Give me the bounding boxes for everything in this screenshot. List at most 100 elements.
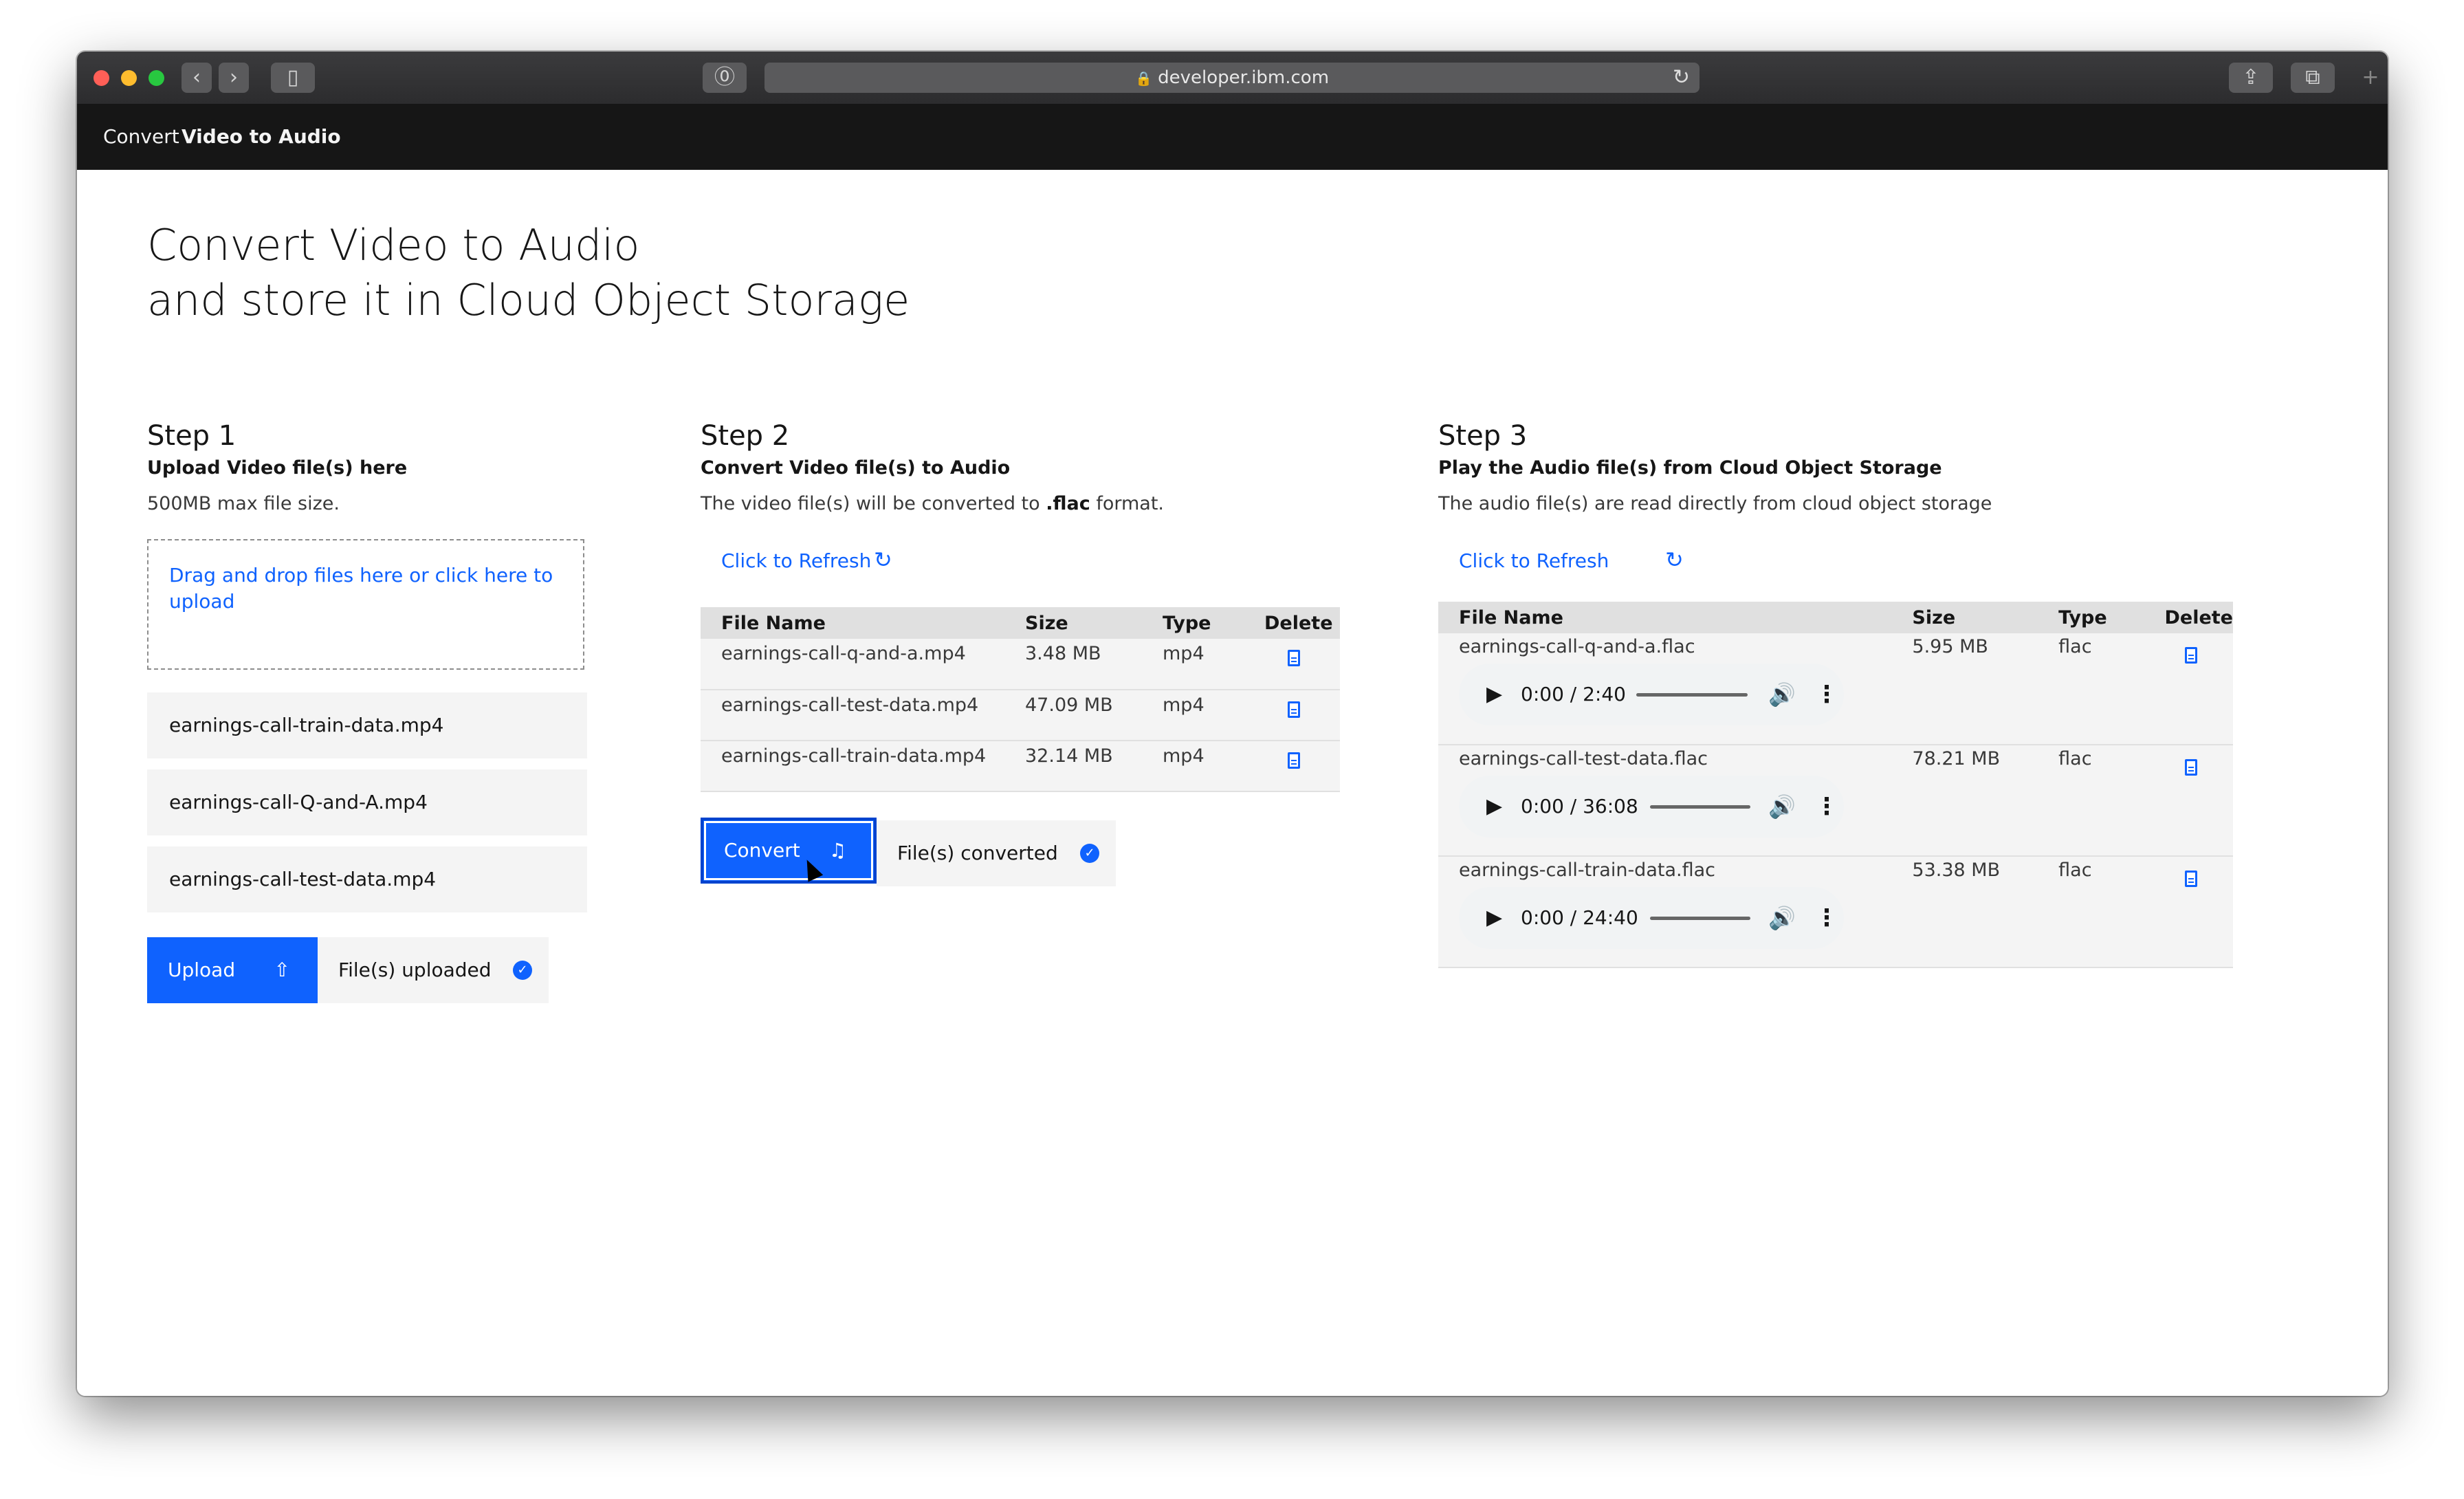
back-icon[interactable]: ‹ — [182, 63, 212, 93]
play-icon[interactable]: ▶ — [1486, 664, 1502, 725]
audio-seek-bar[interactable] — [1650, 805, 1750, 809]
zoom-window-button[interactable] — [148, 70, 164, 86]
column-header: Delete — [2144, 602, 2233, 633]
file-size-cell: 3.48 MB — [1004, 639, 1142, 690]
address-bar[interactable]: 🔒 developer.ibm.com ↻ — [764, 63, 1700, 93]
minimize-window-button[interactable] — [121, 70, 137, 86]
play-icon[interactable]: ▶ — [1486, 887, 1502, 949]
delete-file-icon[interactable] — [2185, 871, 2198, 887]
table-header-row: File Name Size Type Delete — [1438, 602, 2233, 633]
file-dropzone[interactable]: Drag and drop files here or click here t… — [147, 539, 584, 670]
upload-button[interactable]: Upload ⇧ — [147, 937, 318, 1003]
audio-seek-bar[interactable] — [1650, 917, 1750, 920]
step1-subtitle: Upload Video file(s) here — [147, 457, 408, 479]
delete-file-icon[interactable] — [2185, 647, 2198, 664]
checkmark-icon: ✓ — [513, 961, 532, 980]
reader-icon[interactable]: ⓪ — [703, 63, 747, 93]
table-row: earnings-call-q-and-a.flac ▶ 0:00 / 2:40… — [1438, 633, 2233, 745]
sidebar-toggle-icon[interactable]: ▯ — [271, 63, 315, 93]
music-note-icon: ♫ — [828, 839, 846, 862]
delete-cell — [2144, 856, 2233, 968]
delete-cell — [1244, 639, 1340, 690]
table-header-row: File Name Size Type Delete — [701, 607, 1340, 639]
file-type-cell: mp4 — [1142, 690, 1244, 741]
upload-button-label: Upload — [168, 959, 236, 981]
delete-cell — [2144, 745, 2233, 857]
tabs-overview-icon[interactable]: ⧉ — [2291, 63, 2335, 93]
app-header-name[interactable]: Video to Audio — [182, 104, 341, 170]
forward-icon[interactable]: › — [219, 63, 249, 93]
file-type-cell: flac — [2038, 745, 2144, 857]
page-title: Convert Video to Audio and store it in C… — [147, 218, 910, 328]
checkmark-icon: ✓ — [1080, 844, 1099, 863]
audio-time: 0:00 / 2:40 — [1521, 683, 1626, 705]
url-text: developer.ibm.com — [1158, 67, 1330, 88]
lock-icon: 🔒 — [1134, 70, 1152, 87]
convert-button[interactable]: Convert ♫ — [701, 818, 877, 884]
browser-titlebar: ‹ › ▯ ⓪ 🔒 developer.ibm.com ↻ ⇪ ⧉ + — [77, 52, 2388, 105]
step3-subtitle: Play the Audio file(s) from Cloud Object… — [1438, 457, 1942, 479]
upload-status: File(s) uploaded ✓ — [318, 937, 549, 1003]
audio-player[interactable]: ▶ 0:00 / 2:40 🔊 ⋮ — [1459, 664, 1844, 725]
column-header: File Name — [701, 607, 1004, 639]
file-size-cell: 47.09 MB — [1004, 690, 1142, 741]
audio-file-name: earnings-call-train-data.flac — [1459, 860, 1715, 881]
new-tab-icon[interactable]: + — [2357, 63, 2384, 93]
app-header: Convert Video to Audio — [77, 104, 2388, 170]
delete-file-icon[interactable] — [1288, 701, 1300, 718]
reload-icon[interactable]: ↻ — [1673, 63, 1690, 93]
audio-file-name: earnings-call-q-and-a.flac — [1459, 636, 1695, 657]
step3-description: The audio file(s) are read directly from… — [1438, 493, 1992, 514]
step2-description-suffix: format. — [1090, 493, 1164, 514]
step2-subtitle: Convert Video file(s) to Audio — [701, 457, 1011, 479]
step3-refresh-link[interactable]: Click to Refresh ↻ — [1459, 547, 1684, 573]
volume-icon[interactable]: 🔊 — [1768, 887, 1796, 949]
refresh-icon: ↻ — [1665, 547, 1684, 573]
uploaded-file-item: earnings-call-train-data.mp4 — [147, 692, 587, 758]
column-header: Size — [1004, 607, 1142, 639]
step3-title: Step 3 — [1438, 420, 1528, 452]
video-files-table: File Name Size Type Delete earnings-call… — [701, 607, 1340, 792]
page-title-line1: Convert Video to Audio — [147, 220, 640, 270]
more-options-icon[interactable]: ⋮ — [1815, 664, 1838, 725]
file-name-cell: earnings-call-q-and-a.mp4 — [701, 639, 1004, 690]
step2-refresh-label: Click to Refresh — [721, 549, 872, 572]
step2-format: .flac — [1046, 493, 1090, 514]
step1-title: Step 1 — [147, 420, 236, 452]
file-type-cell: flac — [2038, 856, 2144, 968]
audio-player[interactable]: ▶ 0:00 / 24:40 🔊 ⋮ — [1459, 887, 1844, 949]
play-icon[interactable]: ▶ — [1486, 776, 1502, 838]
column-header: Delete — [1244, 607, 1340, 639]
step2-title: Step 2 — [701, 420, 790, 452]
audio-file-name: earnings-call-test-data.flac — [1459, 748, 1708, 769]
file-size-cell: 5.95 MB — [1891, 633, 2038, 745]
file-size-cell: 53.38 MB — [1891, 856, 2038, 968]
volume-icon[interactable]: 🔊 — [1768, 664, 1796, 725]
uploaded-file-item: earnings-call-Q-and-A.mp4 — [147, 769, 587, 835]
step2-refresh-link[interactable]: Click to Refresh ↻ — [721, 547, 892, 573]
file-size-cell: 32.14 MB — [1004, 741, 1142, 792]
step2-description: The video file(s) will be converted to .… — [701, 493, 1164, 514]
share-icon[interactable]: ⇪ — [2229, 63, 2273, 93]
delete-cell — [1244, 741, 1340, 792]
convert-status: File(s) converted ✓ — [877, 820, 1116, 886]
more-options-icon[interactable]: ⋮ — [1815, 887, 1838, 949]
file-name-cell: earnings-call-test-data.flac ▶ 0:00 / 36… — [1438, 745, 1892, 857]
more-options-icon[interactable]: ⋮ — [1815, 776, 1838, 838]
audio-player[interactable]: ▶ 0:00 / 36:08 🔊 ⋮ — [1459, 776, 1844, 838]
file-type-cell: mp4 — [1142, 741, 1244, 792]
audio-time: 0:00 / 36:08 — [1521, 795, 1638, 818]
delete-file-icon[interactable] — [2185, 759, 2198, 776]
column-header: Size — [1891, 602, 2038, 633]
volume-icon[interactable]: 🔊 — [1768, 776, 1796, 838]
file-type-cell: flac — [2038, 633, 2144, 745]
close-window-button[interactable] — [94, 70, 109, 86]
column-header: Type — [2038, 602, 2144, 633]
table-row: earnings-call-train-data.flac ▶ 0:00 / 2… — [1438, 856, 2233, 968]
table-row: earnings-call-test-data.flac ▶ 0:00 / 36… — [1438, 745, 2233, 857]
app-header-prefix[interactable]: Convert — [103, 104, 179, 170]
delete-file-icon[interactable] — [1288, 752, 1300, 769]
delete-file-icon[interactable] — [1288, 650, 1300, 666]
audio-seek-bar[interactable] — [1636, 693, 1748, 697]
upload-icon: ⇧ — [274, 959, 290, 981]
